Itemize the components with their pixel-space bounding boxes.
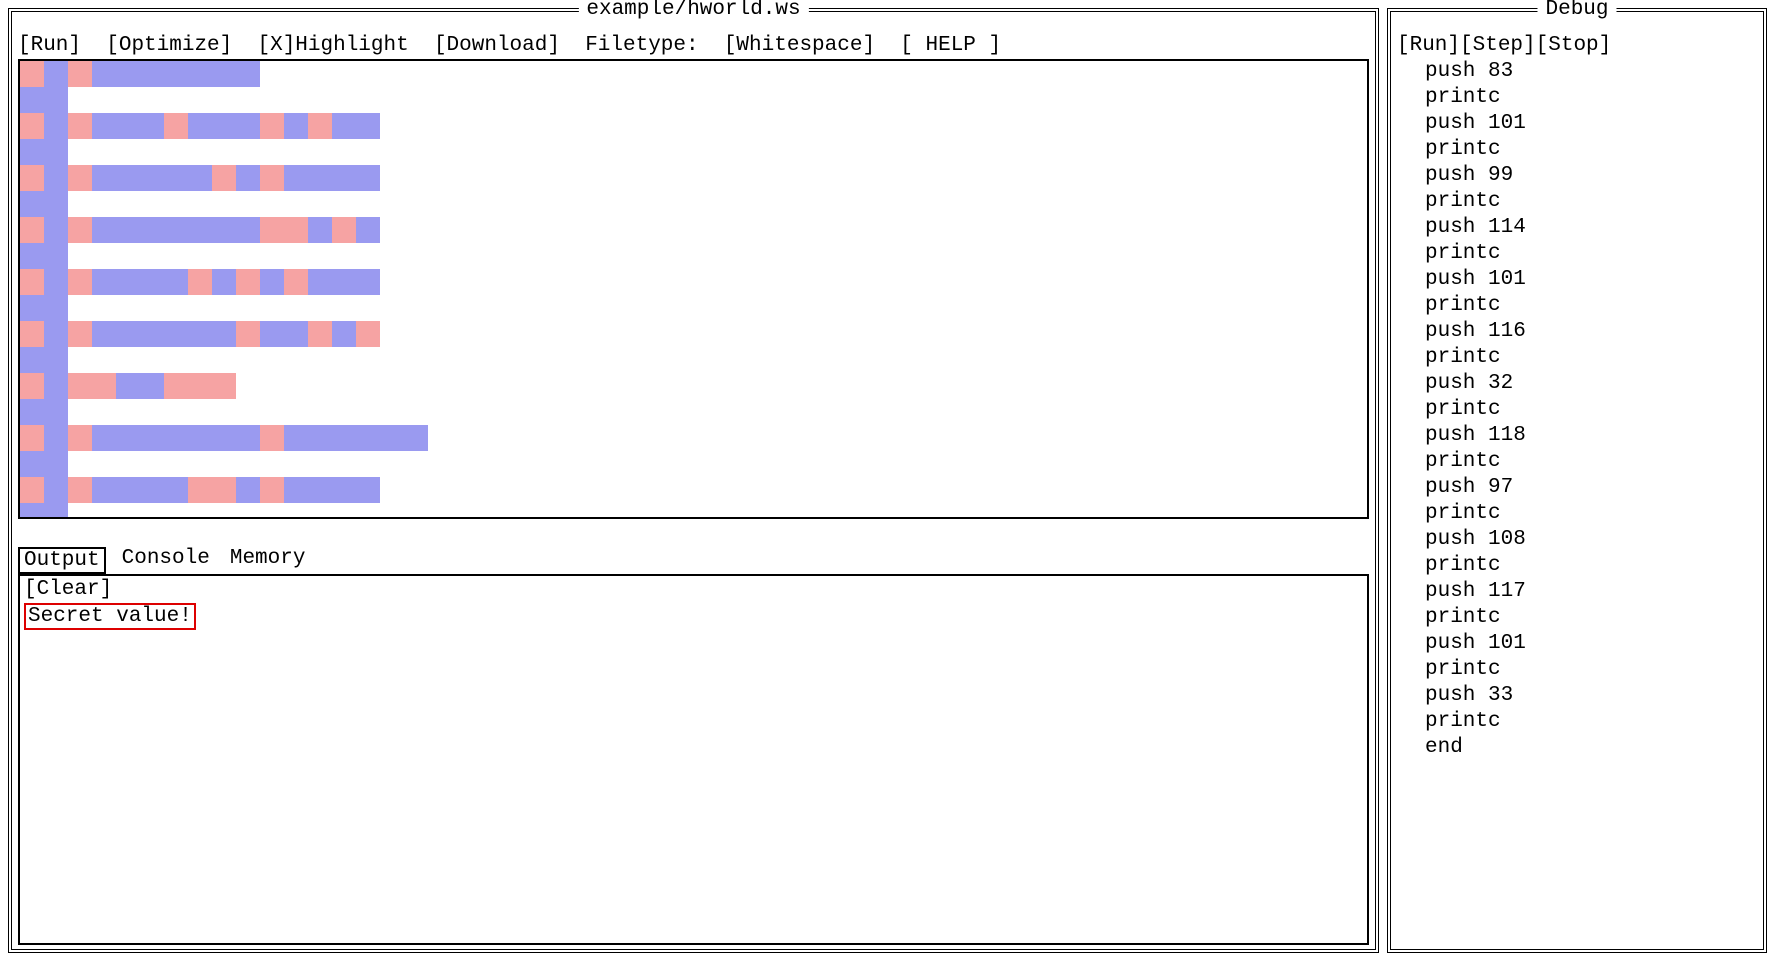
debug-instruction: push 101 [1425, 111, 1757, 137]
debug-instruction: printc [1425, 657, 1757, 683]
highlight-toggle[interactable]: [X]Highlight [257, 34, 408, 57]
debug-instruction: printc [1425, 605, 1757, 631]
debug-instruction: end [1425, 735, 1757, 761]
editor-line [20, 61, 1367, 87]
debug-instruction: printc [1425, 553, 1757, 579]
debug-panel: Debug [Run][Step][Stop] push 83printcpus… [1387, 8, 1767, 953]
editor-line [20, 477, 1367, 503]
editor-line [20, 113, 1367, 139]
debug-instruction: push 116 [1425, 319, 1757, 345]
debug-panel-title: Debug [1537, 0, 1616, 21]
debug-instruction: printc [1425, 137, 1757, 163]
editor-line [20, 451, 1367, 477]
debug-instruction: printc [1425, 189, 1757, 215]
debug-run-button[interactable]: [Run] [1397, 34, 1460, 57]
help-button[interactable]: [ HELP ] [900, 34, 1001, 57]
debug-instruction: push 97 [1425, 475, 1757, 501]
editor-line [20, 139, 1367, 165]
debug-instruction: printc [1425, 501, 1757, 527]
tab-console[interactable]: Console [118, 547, 214, 574]
filetype-label: Filetype: [585, 34, 698, 57]
debug-instruction: printc [1425, 293, 1757, 319]
editor-line [20, 503, 1367, 519]
debug-instruction-list: push 83printcpush 101printcpush 99printc… [1397, 59, 1757, 761]
debug-instruction: push 101 [1425, 267, 1757, 293]
debug-instruction: printc [1425, 241, 1757, 267]
debug-instruction: printc [1425, 85, 1757, 111]
filetype-select[interactable]: [Whitespace] [724, 34, 875, 57]
tab-output[interactable]: Output [18, 547, 106, 574]
optimize-button[interactable]: [Optimize] [106, 34, 232, 57]
debug-step-button[interactable]: [Step] [1460, 34, 1536, 57]
debug-instruction: printc [1425, 345, 1757, 371]
debug-stop-button[interactable]: [Stop] [1536, 34, 1612, 57]
output-panel: [Clear] Secret value! [18, 574, 1369, 945]
editor-line [20, 217, 1367, 243]
output-tabs: Output Console Memory [18, 547, 1369, 574]
output-text: Secret value! [24, 603, 196, 630]
debug-instruction: printc [1425, 449, 1757, 475]
debug-toolbar: [Run][Step][Stop] [1397, 16, 1757, 59]
editor-line [20, 347, 1367, 373]
debug-instruction: push 101 [1425, 631, 1757, 657]
debug-instruction: push 99 [1425, 163, 1757, 189]
editor-line [20, 269, 1367, 295]
debug-instruction: push 108 [1425, 527, 1757, 553]
main-panel: example/hworld.ws [Run] [Optimize] [X]Hi… [8, 8, 1379, 953]
debug-instruction: push 118 [1425, 423, 1757, 449]
code-editor[interactable] [18, 59, 1369, 519]
main-toolbar: [Run] [Optimize] [X]Highlight [Download]… [18, 16, 1369, 59]
editor-line [20, 243, 1367, 269]
editor-line [20, 87, 1367, 113]
download-button[interactable]: [Download] [434, 34, 560, 57]
run-button[interactable]: [Run] [18, 34, 81, 57]
debug-instruction: printc [1425, 397, 1757, 423]
debug-instruction: printc [1425, 709, 1757, 735]
debug-instruction: push 32 [1425, 371, 1757, 397]
debug-instruction: push 117 [1425, 579, 1757, 605]
debug-instruction: push 33 [1425, 683, 1757, 709]
clear-button[interactable]: [Clear] [24, 578, 112, 601]
tab-memory[interactable]: Memory [226, 547, 310, 574]
editor-line [20, 165, 1367, 191]
debug-instruction: push 114 [1425, 215, 1757, 241]
editor-line [20, 191, 1367, 217]
editor-line [20, 425, 1367, 451]
editor-line [20, 295, 1367, 321]
editor-line [20, 321, 1367, 347]
main-panel-title: example/hworld.ws [578, 0, 808, 21]
editor-line [20, 399, 1367, 425]
editor-line [20, 373, 1367, 399]
app-root: example/hworld.ws [Run] [Optimize] [X]Hi… [8, 8, 1767, 953]
debug-instruction: push 83 [1425, 59, 1757, 85]
